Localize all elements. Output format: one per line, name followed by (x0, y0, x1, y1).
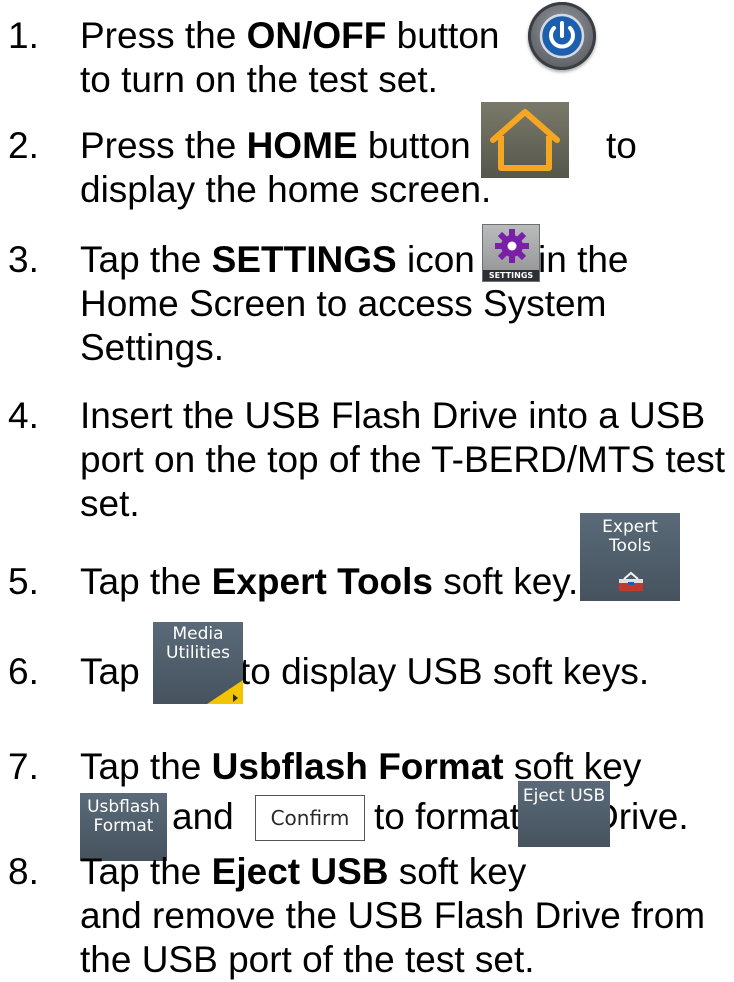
step-number: 4. (8, 395, 39, 436)
step-text-line2: to turn on the test set. (80, 59, 438, 100)
step-text: Tap the Usbflash Format soft key (80, 745, 730, 789)
settings-button[interactable]: SETTINGS (482, 224, 540, 282)
step-text-post: soft key. (433, 561, 579, 602)
step-text: Tap the Eject USB soft key and remove th… (80, 850, 730, 982)
step-text-pre: Tap the (80, 561, 212, 602)
step-text-pre: Tap the (80, 851, 212, 892)
submenu-corner-icon (207, 680, 243, 704)
toolbox-icon (619, 571, 643, 591)
step-number: 6. (8, 651, 39, 692)
softkey-label-line1: Expert (602, 517, 658, 537)
confirm-button[interactable]: Confirm (255, 795, 365, 841)
step-text-post: button (386, 15, 500, 56)
step-text: Insert the USB Flash Drive into a USB po… (80, 394, 730, 526)
step-text-bold: HOME (246, 125, 358, 166)
step-text-bold: Expert Tools (211, 561, 434, 602)
step-number: 8. (8, 851, 39, 892)
step-text-post: icon (396, 239, 475, 280)
eject-usb-softkey[interactable]: Eject USB (518, 781, 610, 847)
gear-icon (495, 229, 529, 263)
power-icon (539, 13, 585, 59)
step-text-line2: Home Screen to access System (80, 283, 607, 324)
step-number: 7. (8, 746, 39, 787)
step-text-pre: Press the (80, 15, 247, 56)
step-text-line2: and remove the USB Flash Drive from (80, 895, 706, 936)
softkey-label-line2: Format (93, 816, 154, 836)
step-text: Press the ON/OFF button to turn on the t… (80, 14, 730, 102)
step-text-bold: ON/OFF (246, 15, 387, 56)
expert-tools-softkey[interactable]: Expert Tools (580, 513, 680, 601)
step-text-pre: Tap the (80, 746, 212, 787)
step-text-post: button (357, 125, 471, 166)
step-text-pre: Tap (80, 651, 140, 692)
step-text-line3: Settings. (80, 327, 224, 368)
step-text: Tap the SETTINGS icon Home Screen to acc… (80, 238, 730, 370)
softkey-label-line2: Utilities (166, 643, 230, 663)
step-text-pre: Tap the (80, 239, 212, 280)
softkey-label-line2: Tools (609, 536, 651, 556)
step-text-bold: Eject USB (211, 851, 389, 892)
step-text-bold: Usbflash Format (211, 746, 504, 787)
softkey-label: Eject USB (522, 786, 606, 806)
softkey-label-line1: Usbflash (87, 797, 160, 817)
home-button[interactable] (481, 102, 569, 178)
media-utilities-softkey[interactable]: Media Utilities (153, 622, 243, 704)
step-text-line2: port on the top of the T-BERD/MTS test (80, 439, 726, 480)
step-text-post: soft key (388, 851, 527, 892)
step-text-bold: SETTINGS (211, 239, 397, 280)
step-text-tail: to (606, 125, 637, 166)
softkey-label-line1: Media (172, 624, 224, 644)
step-text-post: to display USB soft keys. (229, 651, 650, 692)
step-text-line3: the USB port of the test set. (80, 939, 535, 980)
step-text-and: and (172, 796, 234, 837)
step-number: 3. (8, 239, 39, 280)
home-icon (490, 109, 560, 171)
step-text-line1: Insert the USB Flash Drive into a USB (80, 395, 706, 436)
step-number: 2. (8, 125, 39, 166)
step-text-line2: display the home screen. (80, 169, 492, 210)
step-text-tail: in the (538, 239, 629, 280)
step-number: 1. (8, 15, 39, 56)
power-button[interactable] (528, 2, 596, 70)
step-text-pre: Press the (80, 125, 247, 166)
step-number: 5. (8, 561, 39, 602)
settings-icon-label: SETTINGS (483, 270, 539, 281)
